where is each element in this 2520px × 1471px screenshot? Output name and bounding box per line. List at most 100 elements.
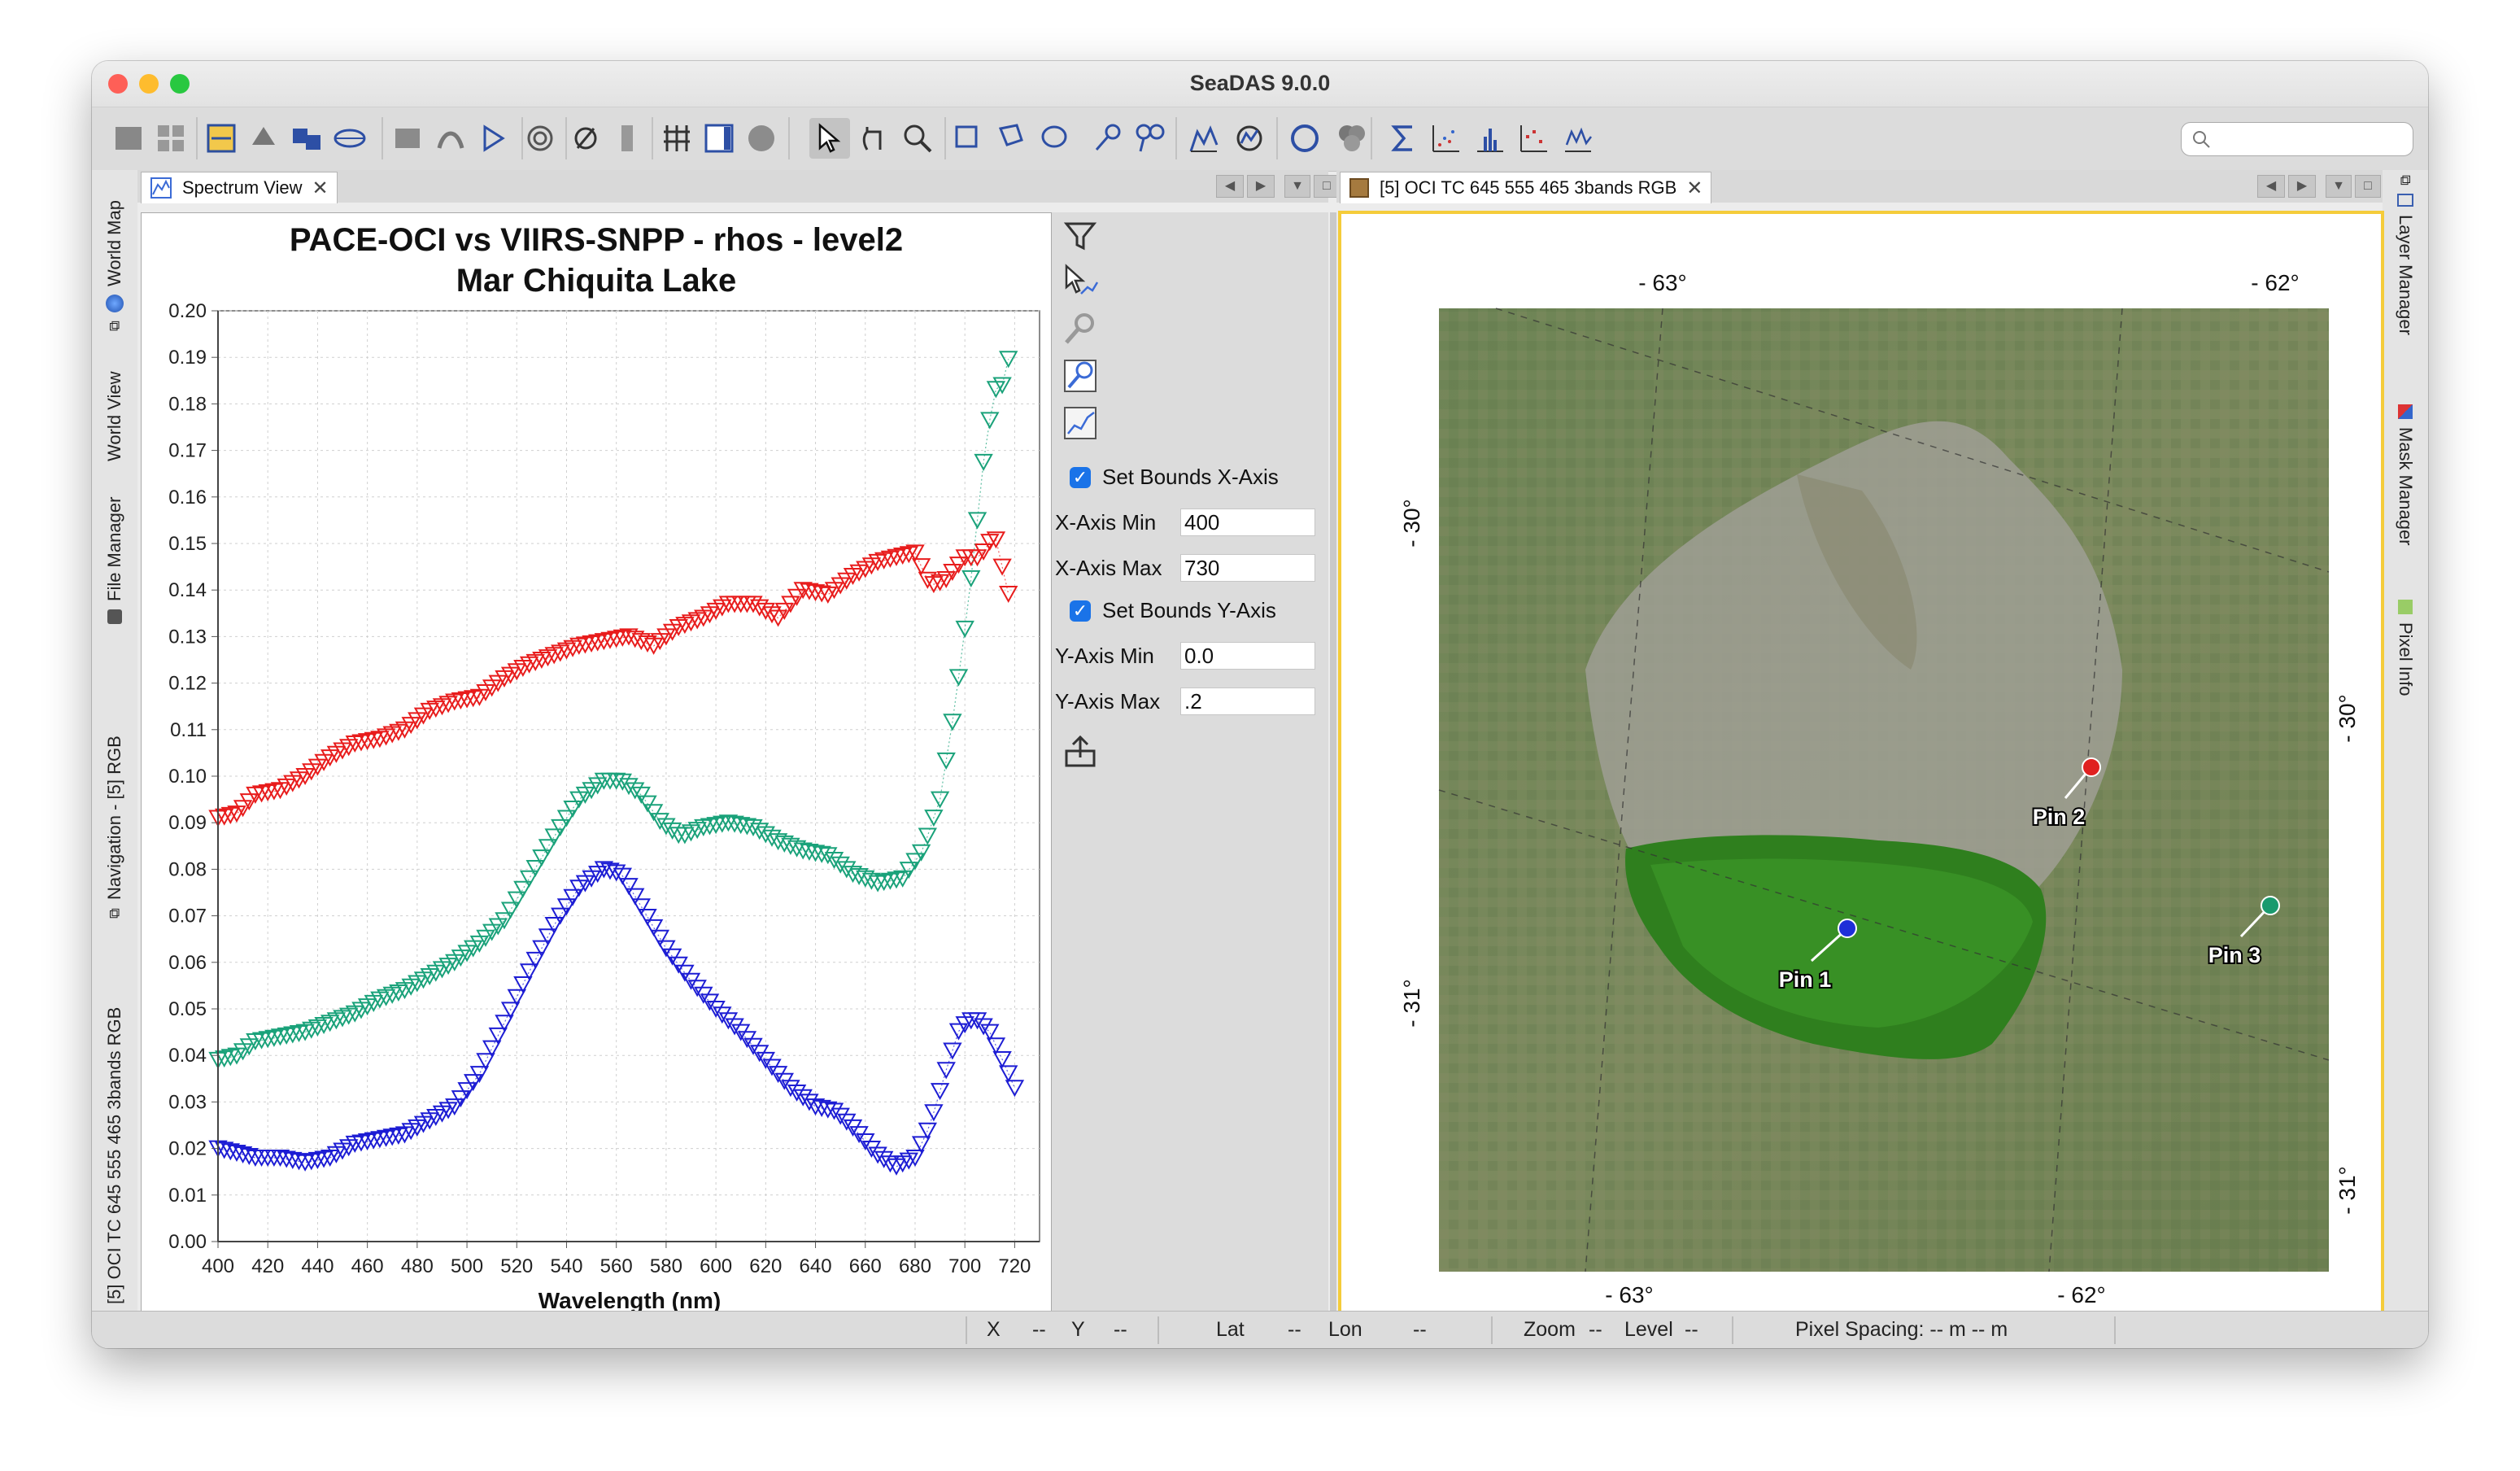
density-plot-button[interactable] bbox=[1514, 118, 1554, 159]
tab-rgb-image[interactable]: [5] OCI TC 645 555 465 3bands RGB ✕ bbox=[1340, 172, 1712, 203]
set-bounds-x-checkbox[interactable]: ✓ Set Bounds X-Axis bbox=[1070, 465, 1279, 490]
rgb-image-view[interactable]: - 63° - 62° - 63° - 62° - 30° - 31° - 30… bbox=[1338, 211, 2384, 1327]
status-lat-label: Lat bbox=[1216, 1318, 1245, 1341]
zoom-tool-button[interactable] bbox=[897, 118, 938, 159]
sidebar-item-world-view[interactable]: World View bbox=[95, 356, 134, 461]
scatter-plot-button[interactable] bbox=[1426, 118, 1467, 159]
close-tab-button[interactable]: ✕ bbox=[1686, 177, 1703, 200]
checkbox-checked-icon[interactable]: ✓ bbox=[1070, 466, 1091, 488]
pin-tool-button[interactable] bbox=[1088, 118, 1128, 159]
set-bounds-y-checkbox[interactable]: ✓ Set Bounds Y-Axis bbox=[1070, 598, 1276, 623]
column-button[interactable] bbox=[608, 118, 648, 159]
sidebar-item-file-manager[interactable]: File Manager bbox=[95, 469, 134, 624]
sidebar-item-navigation[interactable]: ⧉ Navigation - [5] RGB bbox=[95, 655, 134, 919]
toolbar-separator bbox=[1175, 117, 1177, 159]
polygon-tool-button[interactable] bbox=[993, 118, 1034, 159]
tab-prev-button[interactable]: ◀ bbox=[1216, 175, 1244, 198]
fingerprint-button[interactable] bbox=[520, 118, 560, 159]
sidebar-item-pixel-info[interactable]: Pixel Info bbox=[2386, 600, 2425, 722]
search-input[interactable] bbox=[2181, 122, 2413, 156]
tab-next-button[interactable]: ▶ bbox=[2288, 175, 2316, 198]
x-tick-label: 620 bbox=[749, 1255, 782, 1277]
select-tool-button[interactable] bbox=[809, 118, 850, 159]
window-restore-icon[interactable]: ⧉ bbox=[107, 908, 124, 919]
y-tick-label: 0.16 bbox=[168, 487, 207, 509]
tab-next-button[interactable]: ▶ bbox=[1247, 175, 1275, 198]
collocation-button[interactable] bbox=[388, 118, 429, 159]
mosaic-button[interactable] bbox=[287, 118, 328, 159]
show-spectrum-disabled-icon[interactable] bbox=[1062, 310, 1099, 347]
open-product-button[interactable] bbox=[108, 118, 149, 159]
sidebar-item-label: Pixel Info bbox=[2396, 622, 2416, 696]
spectrum-icon bbox=[150, 177, 172, 199]
close-tab-button[interactable]: ✕ bbox=[312, 177, 329, 200]
spectrum-chart-panel[interactable]: PACE-OCI vs VIIRS-SNPP - rhos - level2 M… bbox=[141, 212, 1052, 1325]
sidebar-item-layer-manager[interactable]: ⧉ Layer Manager bbox=[2386, 175, 2425, 378]
y-tick-label: 0.07 bbox=[168, 906, 207, 928]
spectrum-button[interactable] bbox=[1229, 118, 1270, 159]
pan-tool-button[interactable] bbox=[853, 118, 894, 159]
show-spectra-for-pins-icon[interactable] bbox=[1062, 357, 1099, 395]
checkbox-checked-icon[interactable]: ✓ bbox=[1070, 600, 1091, 622]
rectangle-tool-button[interactable] bbox=[949, 118, 990, 159]
sidebar-item-mask-manager[interactable]: Mask Manager bbox=[2386, 404, 2425, 559]
sigma-button[interactable] bbox=[1384, 118, 1424, 159]
circle-button[interactable] bbox=[1284, 118, 1325, 159]
window-restore-icon[interactable]: ⧉ bbox=[2397, 175, 2414, 186]
ellipse-tool-icon bbox=[1041, 125, 1067, 148]
status-x-value: -- bbox=[1032, 1318, 1046, 1341]
x-tick-label: 580 bbox=[650, 1255, 682, 1277]
play-button[interactable] bbox=[473, 118, 513, 159]
x-axis-max-field[interactable] bbox=[1180, 554, 1315, 582]
histogram-icon bbox=[1477, 129, 1503, 152]
tab-menu-button[interactable]: ▼ bbox=[1284, 175, 1310, 198]
tab-spectrum-view[interactable]: Spectrum View ✕ bbox=[141, 172, 338, 203]
select-spectrum-icon[interactable] bbox=[1062, 263, 1099, 300]
show-grid-icon[interactable] bbox=[1062, 404, 1099, 442]
sidebar-item-rgb-image[interactable]: [5] OCI TC 645 555 465 3bands RGB bbox=[95, 930, 134, 1325]
sidebar-item-label: World Map bbox=[104, 200, 124, 287]
satellite-image bbox=[1439, 308, 2329, 1272]
left-sidebar: ⧉ World Map World View File Manager ⧉ Na… bbox=[92, 170, 137, 1325]
field-label: Y-Axis Max bbox=[1055, 688, 1161, 714]
window-title: SeaDAS 9.0.0 bbox=[1189, 71, 1331, 95]
profile-plot-button[interactable] bbox=[1184, 118, 1224, 159]
y-tick-label: 0.02 bbox=[168, 1138, 207, 1160]
field-label: X-Axis Min bbox=[1055, 509, 1157, 535]
graph-builder-button[interactable] bbox=[430, 118, 471, 159]
band-maths-button[interactable] bbox=[201, 118, 242, 159]
filter-icon[interactable] bbox=[1062, 217, 1099, 255]
color-table-button[interactable] bbox=[699, 118, 739, 159]
layers-button[interactable] bbox=[1332, 118, 1372, 159]
no-data-button[interactable] bbox=[565, 118, 606, 159]
lat-label-left-upper: - 30° bbox=[1399, 499, 1424, 547]
y-axis-max-field[interactable] bbox=[1180, 687, 1315, 715]
sphere-button[interactable] bbox=[741, 118, 782, 159]
sidebar-item-world-map[interactable]: ⧉ World Map bbox=[95, 177, 134, 331]
tab-label: Spectrum View bbox=[182, 177, 303, 198]
world-view-button[interactable] bbox=[329, 118, 370, 159]
grid-button[interactable] bbox=[150, 118, 191, 159]
histogram-button[interactable] bbox=[1470, 118, 1511, 159]
time-series-button[interactable] bbox=[1558, 118, 1598, 159]
spectrum-icon bbox=[1236, 125, 1262, 151]
maximize-panel-button[interactable]: □ bbox=[2355, 175, 2381, 198]
tab-prev-button[interactable]: ◀ bbox=[2257, 175, 2285, 198]
session-button[interactable] bbox=[243, 118, 284, 159]
graticule-button[interactable] bbox=[656, 118, 697, 159]
status-divider bbox=[966, 1316, 967, 1344]
column-icon bbox=[621, 125, 633, 151]
y-tick-label: 0.09 bbox=[168, 812, 207, 834]
tab-menu-button[interactable]: ▼ bbox=[2326, 175, 2352, 198]
map-canvas[interactable]: - 63° - 62° - 63° - 62° - 30° - 31° - 30… bbox=[1341, 214, 2381, 1324]
y-axis-min-field[interactable] bbox=[1180, 642, 1315, 670]
x-axis-min-field[interactable] bbox=[1180, 509, 1315, 536]
x-tick-label: 440 bbox=[301, 1255, 334, 1277]
ellipse-tool-button[interactable] bbox=[1035, 118, 1076, 159]
window-restore-icon[interactable]: ⧉ bbox=[107, 321, 124, 331]
panel-splitter[interactable] bbox=[1330, 212, 1336, 1327]
y-tick-label: 0.11 bbox=[170, 719, 207, 741]
y-tick-label: 0.04 bbox=[168, 1045, 207, 1067]
gcp-tool-button[interactable] bbox=[1130, 118, 1171, 159]
export-icon[interactable] bbox=[1062, 733, 1099, 770]
